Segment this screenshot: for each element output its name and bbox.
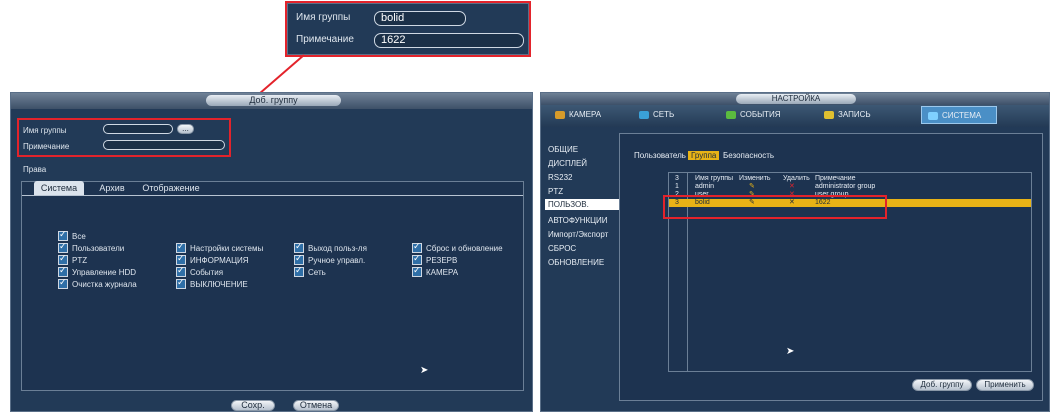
checkbox-icon — [58, 265, 68, 277]
checkbox-icon — [58, 229, 68, 241]
checkbox-icon — [294, 253, 304, 265]
perm-shutdown[interactable]: ВЫКЛЮЧЕНИЕ — [176, 277, 248, 290]
perm-manual-control[interactable]: Ручное управл. — [294, 253, 365, 266]
checkbox-icon — [412, 241, 422, 253]
dialog-title: Доб. группу — [206, 95, 341, 106]
checkbox-icon — [412, 253, 422, 265]
settings-title: НАСТРОЙКА — [736, 94, 856, 104]
checkbox-icon — [176, 253, 186, 265]
checkbox-icon — [176, 265, 186, 277]
menu-import-export[interactable]: Импорт/Экспорт — [548, 230, 608, 239]
rights-label: Права — [23, 165, 47, 174]
nav-network[interactable]: СЕТЬ — [639, 105, 674, 125]
menu-users[interactable]: ПОЛЬЗОВ. — [545, 199, 621, 210]
header-count: 3 — [675, 175, 679, 182]
cancel-button[interactable]: Отмена — [293, 400, 339, 411]
apply-button[interactable]: Применить — [976, 379, 1034, 391]
perm-user-logout[interactable]: Выход польз-ля — [294, 241, 367, 254]
save-button[interactable]: Сохр. — [231, 400, 275, 411]
header-note: Примечание — [815, 175, 856, 182]
nav-record[interactable]: ЗАПИСЬ — [824, 105, 871, 125]
menu-rs232[interactable]: RS232 — [548, 173, 572, 182]
nav-camera[interactable]: КАМЕРА — [555, 105, 601, 125]
edit-icon[interactable]: ✎ — [749, 183, 755, 191]
menu-ptz[interactable]: PTZ — [548, 187, 563, 196]
perm-network[interactable]: Сеть — [294, 265, 326, 278]
tab-underline — [22, 195, 523, 196]
menu-reset[interactable]: СБРОС — [548, 244, 576, 253]
mouse-cursor-icon: ➤ — [786, 346, 795, 357]
add-group-button[interactable]: Доб. группу — [912, 379, 972, 391]
subtab-user[interactable]: Пользователь — [634, 151, 686, 160]
system-icon — [928, 111, 938, 120]
checkbox-icon — [294, 265, 304, 277]
perm-system-settings[interactable]: Настройки системы — [176, 241, 263, 254]
tab-archive[interactable]: Архив — [92, 181, 132, 195]
nav-system[interactable]: СИСТЕМА — [921, 106, 997, 124]
top-nav: КАМЕРА СЕТЬ СОБЫТИЯ ЗАПИСЬ СИСТЕМА — [541, 105, 1049, 127]
row-highlight — [663, 195, 887, 219]
menu-auto-functions[interactable]: АВТОФУНКЦИИ — [548, 216, 608, 225]
events-icon — [726, 110, 736, 119]
perm-hdd[interactable]: Управление HDD — [58, 265, 136, 278]
checkbox-icon — [294, 241, 304, 253]
checkbox-icon — [176, 277, 186, 289]
menu-general[interactable]: ОБЩИЕ — [548, 145, 578, 154]
checkbox-icon — [58, 241, 68, 253]
table-row[interactable]: 1 admin ✎ ✕ administrator group — [669, 183, 1031, 191]
header-name: Имя группы — [695, 175, 734, 182]
tab-display[interactable]: Отображение — [140, 181, 202, 195]
network-icon — [639, 110, 649, 119]
perm-info[interactable]: ИНФОРМАЦИЯ — [176, 253, 249, 266]
tab-system[interactable]: Система — [34, 181, 84, 195]
checkbox-icon — [176, 241, 186, 253]
perm-reset-update[interactable]: Сброс и обновление — [412, 241, 503, 254]
table-header: 3 Имя группы Изменить Удалить Примечание — [669, 175, 1031, 183]
nav-events[interactable]: СОБЫТИЯ — [726, 105, 781, 125]
settings-titlebar: НАСТРОЙКА — [541, 93, 1049, 105]
subtab-security[interactable]: Безопасность — [723, 151, 774, 160]
menu-display[interactable]: ДИСПЛЕЙ — [548, 159, 587, 168]
subtab-group[interactable]: Группа — [688, 151, 720, 160]
record-icon — [824, 110, 834, 119]
camera-icon — [555, 110, 565, 119]
checkbox-icon — [412, 265, 422, 277]
menu-update[interactable]: ОБНОВЛЕНИЕ — [548, 258, 604, 267]
rights-area: Система Архив Отображение Все Пользовате… — [21, 181, 524, 391]
dialog-fields-highlight — [17, 118, 231, 157]
header-edit: Изменить — [739, 175, 771, 182]
perm-users[interactable]: Пользователи — [58, 241, 124, 254]
perm-clear-log[interactable]: Очистка журнала — [58, 277, 137, 290]
delete-icon[interactable]: ✕ — [789, 183, 795, 191]
checkbox-icon — [58, 253, 68, 265]
checkbox-icon — [58, 277, 68, 289]
content-area: Пользователь Группа Безопасность 3 Имя г… — [619, 133, 1043, 401]
settings-window: НАСТРОЙКА КАМЕРА СЕТЬ СОБЫТИЯ ЗАПИСЬ СИС… — [540, 92, 1050, 412]
header-delete: Удалить — [783, 175, 810, 182]
dialog-titlebar: Доб. группу — [11, 93, 532, 109]
perm-camera[interactable]: КАМЕРА — [412, 265, 458, 278]
mouse-cursor-icon: ➤ — [420, 365, 429, 376]
